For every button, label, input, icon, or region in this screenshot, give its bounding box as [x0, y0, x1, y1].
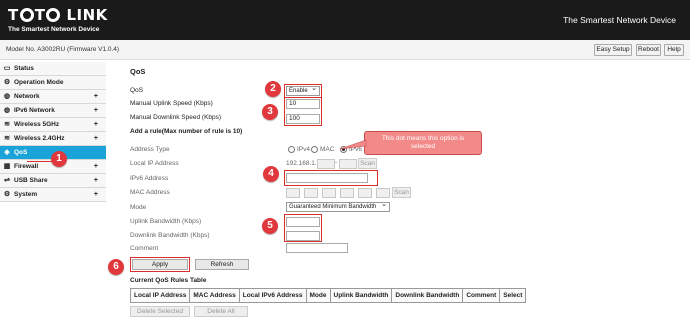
sidebar-item-network[interactable]: ◍ Network + — [0, 90, 106, 104]
column-header: Local IP Address — [129, 288, 191, 303]
model-bar: Model No. A3002RU (Firmware V1.0.4) Easy… — [0, 40, 690, 60]
gear-icon: ⚙ — [3, 191, 11, 198]
reboot-button[interactable]: Reboot — [636, 44, 661, 56]
sidebar-item-status[interactable]: ▭ Status — [0, 62, 106, 76]
sidebar-nav: ▭ Status ⚙ Operation Mode ◍ Network + ◍ … — [0, 62, 106, 202]
expand-icon[interactable]: + — [94, 90, 98, 103]
callout-pointer — [339, 139, 367, 150]
ipv4-radio-label: IPv4 — [297, 146, 311, 153]
wifi-icon: ≋ — [4, 135, 10, 142]
mode-select[interactable]: Guaranteed Minimum Bandwidth — [286, 201, 390, 212]
annotation-box-4 — [284, 170, 378, 186]
annotation-badge-3: 3 — [262, 104, 278, 120]
downlink-bandwidth-label: Downlink Bandwidth (Kbps) — [130, 232, 210, 239]
table-header-row: Local IP Address MAC Address Local IPv6 … — [129, 288, 527, 303]
refresh-button[interactable]: Refresh — [195, 259, 249, 270]
gear-icon: ⚙ — [3, 79, 11, 86]
globe-icon: ◍ — [3, 107, 11, 114]
usb-icon: ⇌ — [4, 177, 10, 184]
local-ip-prefix: 192.168.1. — [286, 160, 317, 167]
sidebar-item-usb-share[interactable]: ⇌ USB Share + — [0, 174, 106, 188]
delete-selected-button[interactable]: Delete Selected — [130, 306, 190, 317]
annotation-badge-2: 2 — [265, 81, 281, 97]
sidebar-item-wireless-24ghz[interactable]: ≋ Wireless 2.4GHz + — [0, 132, 106, 146]
local-ip-end-input[interactable] — [339, 159, 357, 169]
column-header: Comment — [462, 288, 501, 303]
uplink-bandwidth-label: Uplink Bandwidth (Kbps) — [130, 218, 202, 225]
expand-icon[interactable]: + — [94, 118, 98, 131]
rules-table-title: Current QoS Rules Table — [130, 277, 207, 284]
ipv4-radio[interactable] — [288, 146, 295, 153]
local-ip-label: Local IP Address — [130, 160, 179, 167]
mac-radio-label: MAC — [320, 146, 335, 153]
column-header: Select — [499, 288, 527, 303]
expand-icon[interactable]: + — [94, 188, 98, 201]
wifi-icon: ≋ — [4, 121, 10, 128]
header-tagline: The Smartest Network Device — [563, 15, 676, 25]
local-ip-start-input[interactable] — [317, 159, 335, 169]
annotation-box-5 — [284, 214, 322, 242]
ipv6-address-label: IPv6 Address — [130, 175, 169, 182]
column-header: Downlink Bandwidth — [391, 288, 464, 303]
mac-octet-3-input[interactable] — [322, 188, 336, 198]
expand-icon[interactable]: + — [94, 160, 98, 173]
expand-icon[interactable]: + — [94, 104, 98, 117]
comment-label: Comment — [130, 245, 159, 252]
mode-label: Mode — [130, 204, 147, 211]
qos-label: QoS — [130, 87, 144, 94]
downlink-speed-label: Manual Downlink Speed (Kbps) — [130, 114, 222, 121]
globe-icon: ◍ — [3, 93, 11, 100]
annotation-box-6 — [130, 257, 190, 272]
column-header: Local IPv6 Address — [238, 288, 307, 303]
annotation-connector — [27, 158, 53, 162]
annotation-badge-1: 1 — [51, 151, 67, 167]
sidebar-item-system[interactable]: ⚙ System + — [0, 188, 106, 202]
column-header: Uplink Bandwidth — [329, 288, 393, 303]
delete-all-button[interactable]: Delete All — [194, 306, 248, 317]
annotation-callout: This dot means this option is selected — [364, 131, 482, 155]
sidebar-item-wireless-5ghz[interactable]: ≋ Wireless 5GHz + — [0, 118, 106, 132]
comment-input[interactable] — [286, 243, 348, 253]
address-type-label: Address Type — [130, 146, 170, 153]
mac-octet-4-input[interactable] — [340, 188, 354, 198]
annotation-badge-4: 4 — [263, 166, 279, 182]
totolink-logo: T T LINK — [8, 6, 108, 24]
mac-octet-5-input[interactable] — [358, 188, 372, 198]
monitor-icon: ▭ — [3, 65, 11, 72]
qos-rules-table: Local IP Address MAC Address Local IPv6 … — [129, 288, 527, 303]
mac-scan-button[interactable]: Scan — [392, 187, 411, 198]
annotation-box-2 — [284, 84, 322, 98]
model-number: Model No. A3002RU (Firmware V1.0.4) — [6, 46, 120, 53]
sidebar-item-operation-mode[interactable]: ⚙ Operation Mode — [0, 76, 106, 90]
header-bar: T T LINK The Smartest Network Device The S… — [0, 0, 690, 40]
page-title: QoS — [130, 67, 146, 76]
local-ip-separator: - — [335, 159, 338, 166]
mac-address-label: MAC Address — [130, 189, 170, 196]
mac-octet-1-input[interactable] — [286, 188, 300, 198]
sidebar-item-ipv6-network[interactable]: ◍ IPv6 Network + — [0, 104, 106, 118]
annotation-badge-5: 5 — [262, 218, 278, 234]
annotation-box-3 — [284, 97, 322, 126]
easy-setup-button[interactable]: Easy Setup — [594, 44, 632, 56]
add-rule-heading: Add a rule(Max number of rule is 10) — [130, 128, 243, 135]
column-header: Mode — [305, 288, 331, 303]
mac-octet-2-input[interactable] — [304, 188, 318, 198]
mac-octet-6-input[interactable] — [376, 188, 390, 198]
help-button[interactable]: Help — [664, 44, 684, 56]
expand-icon[interactable]: + — [94, 132, 98, 145]
annotation-badge-6: 6 — [108, 259, 124, 275]
column-header: MAC Address — [189, 288, 240, 303]
firewall-icon: ▦ — [3, 163, 11, 170]
qos-icon: ◈ — [4, 149, 10, 156]
local-ip-scan-button[interactable]: Scan — [358, 158, 377, 169]
logo-tagline: The Smartest Network Device — [8, 26, 100, 33]
mac-radio[interactable] — [311, 146, 318, 153]
main-content: QoS QoS Enable Manual Uplink Speed (Kbps… — [122, 62, 690, 330]
expand-icon[interactable]: + — [94, 174, 98, 187]
uplink-speed-label: Manual Uplink Speed (Kbps) — [130, 100, 213, 107]
